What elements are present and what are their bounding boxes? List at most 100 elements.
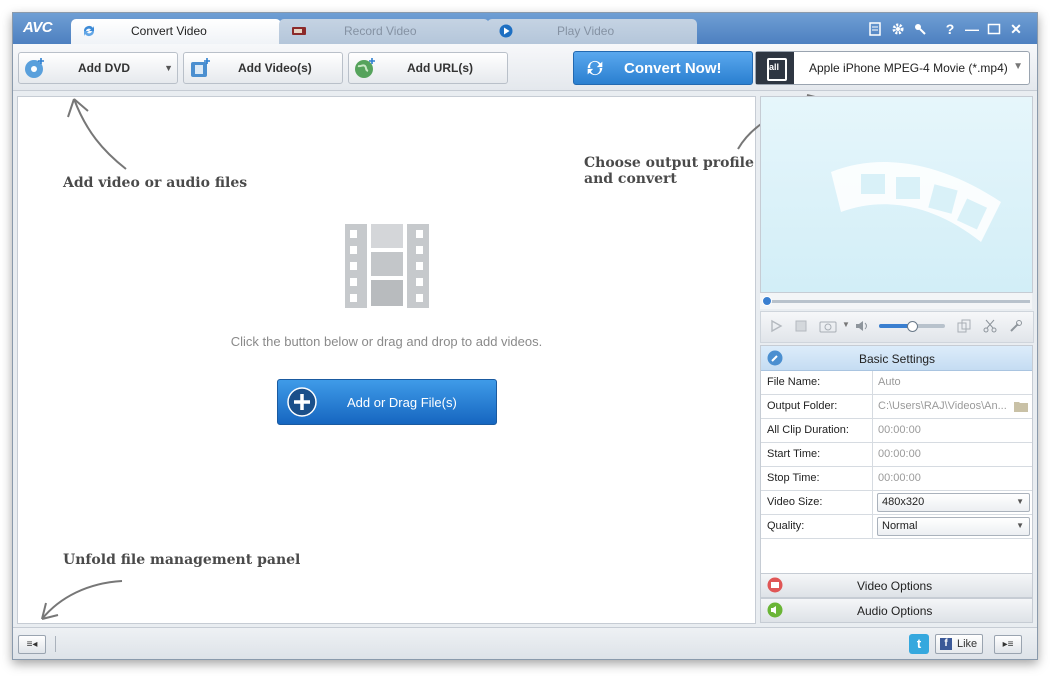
toolbar: Add DVD ▼ Add Video(s) Add URL(s) Conver… [13, 44, 1037, 91]
add-or-drag-label: Add or Drag File(s) [347, 395, 457, 410]
film-strip-icon [345, 224, 429, 308]
key-icon[interactable] [911, 20, 929, 38]
video-file-icon [191, 58, 210, 77]
seek-thumb[interactable] [762, 296, 772, 306]
add-videos-button[interactable]: Add Video(s) [183, 52, 343, 84]
snapshot-icon[interactable] [819, 319, 837, 333]
setting-label: All Clip Duration: [767, 424, 849, 436]
add-dvd-label: Add DVD [78, 61, 130, 75]
drop-hint-text: Click the button below or drag and drop … [230, 334, 543, 349]
facebook-like-button[interactable]: f Like [935, 634, 983, 654]
tab-play-video[interactable]: Play Video [487, 19, 697, 44]
add-urls-label: Add URL(s) [407, 61, 473, 75]
window-controls: ? — ✕ [867, 20, 1027, 38]
seek-bar[interactable] [760, 293, 1032, 309]
volume-slider[interactable] [879, 321, 945, 332]
like-label: Like [957, 638, 978, 650]
skin-icon[interactable] [867, 20, 885, 38]
setting-label: File Name: [767, 376, 821, 388]
app-window: AVC Convert Video Record Video Play Vide… [12, 12, 1038, 660]
add-urls-button[interactable]: Add URL(s) [348, 52, 508, 84]
help-icon[interactable]: ? [941, 20, 959, 38]
chevron-down-icon[interactable]: ▼ [164, 63, 173, 73]
gear-icon[interactable] [889, 20, 907, 38]
play-icon [499, 24, 513, 38]
tools-icon[interactable] [1009, 319, 1023, 333]
output-profile-select[interactable]: all Apple iPhone MPEG-4 Movie (*.mp4) ▼ [755, 51, 1030, 85]
video-options-icon [767, 577, 783, 593]
volume-thumb[interactable] [907, 321, 918, 332]
toggle-right-panel-button[interactable]: ▸≡ [994, 635, 1022, 654]
quality-select[interactable]: Normal ▼ [877, 517, 1030, 536]
setting-row-file-name: File Name: Auto [761, 371, 1032, 395]
setting-label: Output Folder: [767, 400, 838, 412]
folder-icon[interactable] [1014, 400, 1028, 412]
refresh-icon [587, 60, 603, 76]
tab-record-video[interactable]: Record Video [279, 19, 489, 44]
minimize-icon[interactable]: — [963, 20, 981, 38]
audio-options-expander[interactable]: Audio Options [760, 598, 1033, 623]
convert-now-button[interactable]: Convert Now! [573, 51, 753, 85]
arrow-to-panel-toggle [41, 580, 123, 620]
chevron-down-icon[interactable]: ▼ [1013, 61, 1023, 72]
stop-time-field[interactable]: 00:00:00 [872, 467, 1032, 490]
add-videos-label: Add Video(s) [238, 61, 312, 75]
play-icon[interactable] [769, 319, 783, 333]
setting-row-start-time: Start Time: 00:00:00 [761, 443, 1032, 467]
title-bar: AVC Convert Video Record Video Play Vide… [13, 13, 1037, 44]
merge-icon[interactable] [957, 319, 971, 333]
maximize-icon[interactable] [985, 20, 1003, 38]
chevron-down-icon[interactable]: ▼ [842, 320, 850, 329]
audio-options-icon [767, 602, 783, 618]
hint-add-files: Add video or audio files [63, 175, 248, 191]
playback-controls: ▼ [760, 311, 1034, 343]
volume-icon[interactable] [855, 319, 869, 333]
setting-row-output-folder: Output Folder: C:\Users\RAJ\Videos\An... [761, 395, 1032, 419]
video-options-label: Video Options [857, 579, 933, 593]
twitter-icon[interactable]: t [909, 634, 929, 654]
add-dvd-button[interactable]: Add DVD ▼ [18, 52, 178, 84]
output-profile-label: Apple iPhone MPEG-4 Movie (*.mp4) [809, 61, 1008, 75]
setting-label: Stop Time: [767, 472, 820, 484]
hint-unfold-panel: Unfold file management panel [63, 552, 301, 568]
stop-icon[interactable] [794, 319, 808, 333]
tab-convert-video[interactable]: Convert Video [71, 19, 281, 44]
plus-icon [287, 387, 317, 417]
globe-icon [355, 58, 375, 78]
video-size-select[interactable]: 480x320 ▼ [877, 493, 1030, 512]
unfold-file-panel-button[interactable]: ≡◂ [18, 635, 46, 654]
close-icon[interactable]: ✕ [1007, 20, 1025, 38]
tab-label: Play Video [557, 24, 615, 38]
status-bar: ≡◂ t f Like ▸≡ [13, 627, 1037, 659]
tab-label: Convert Video [131, 24, 207, 38]
scissors-icon[interactable] [983, 319, 997, 333]
setting-row-quality: Quality: Normal ▼ [761, 515, 1032, 539]
add-or-drag-files-button[interactable]: Add or Drag File(s) [277, 379, 497, 425]
video-options-expander[interactable]: Video Options [760, 573, 1033, 598]
output-folder-field[interactable]: C:\Users\RAJ\Videos\An... [872, 395, 1032, 418]
film-reel-watermark [831, 162, 1001, 242]
file-list-panel[interactable]: Add video or audio files Choose output p… [17, 94, 824, 624]
facebook-icon: f [940, 638, 952, 650]
setting-label: Quality: [767, 520, 805, 532]
setting-row-stop-time: Stop Time: 00:00:00 [761, 467, 1032, 491]
profile-icon-text: all [769, 62, 780, 72]
chevron-down-icon: ▼ [1016, 521, 1024, 530]
start-time-field[interactable]: 00:00:00 [872, 443, 1032, 466]
dvd-icon [25, 58, 44, 78]
preview-pane [760, 96, 1033, 293]
tab-label: Record Video [344, 24, 417, 38]
profile-device-icon: all [756, 52, 794, 84]
basic-settings-header[interactable]: Basic Settings [761, 346, 1032, 371]
clip-duration-field: 00:00:00 [872, 419, 1032, 442]
setting-label: Video Size: [767, 496, 823, 508]
chevron-down-icon: ▼ [1016, 497, 1024, 506]
setting-row-clip-duration: All Clip Duration: 00:00:00 [761, 419, 1032, 443]
audio-options-label: Audio Options [857, 604, 933, 618]
record-icon [292, 27, 306, 35]
file-name-field[interactable]: Auto [872, 371, 1032, 394]
basic-settings-label: Basic Settings [859, 352, 936, 366]
wrench-icon [767, 350, 783, 366]
convert-icon [84, 26, 94, 37]
hint-choose-profile: Choose output profile and convert [584, 155, 754, 187]
